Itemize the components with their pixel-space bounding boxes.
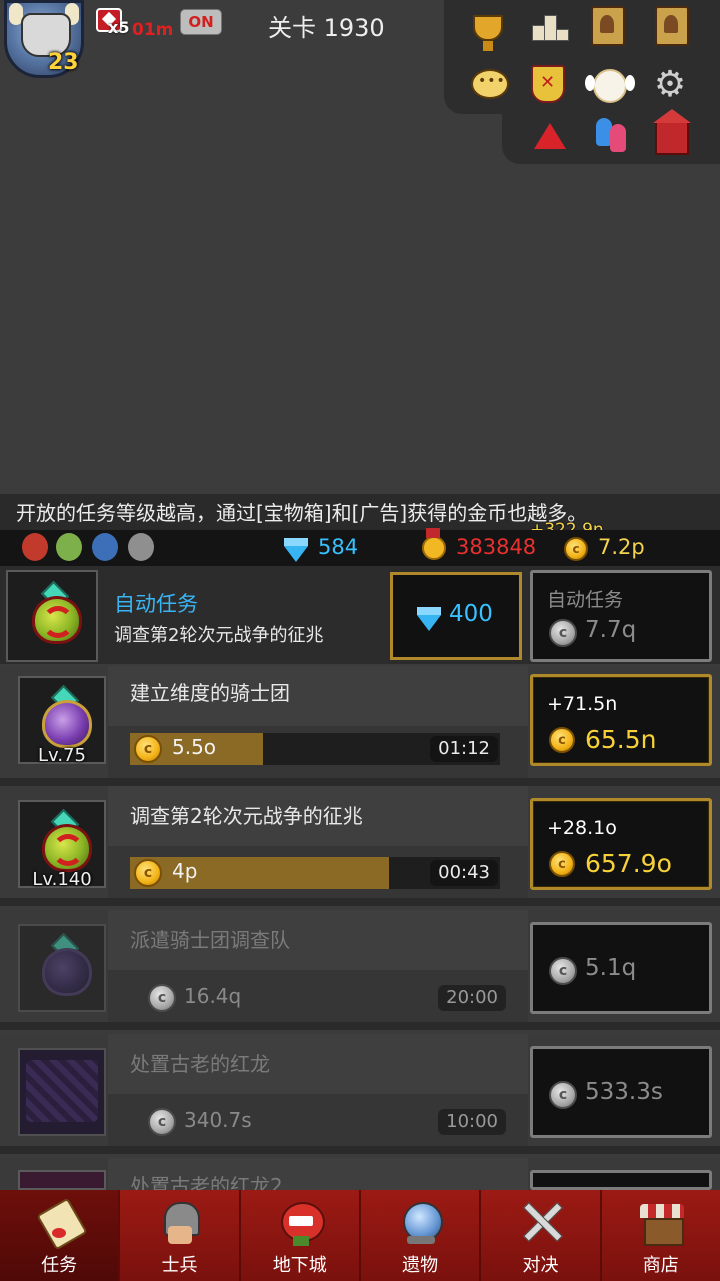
- tab-label: 遗物: [402, 1255, 439, 1276]
- tab-soldiers[interactable]: 士兵: [120, 1190, 241, 1281]
- tab-quests[interactable]: 任务: [0, 1190, 121, 1281]
- gold-rate: 7.2p: [598, 535, 645, 559]
- silver-coin-icon: c: [148, 984, 176, 1012]
- quest-book-icon[interactable]: [650, 4, 694, 48]
- hero-green-icon[interactable]: [56, 533, 82, 561]
- quest-level: Lv.75: [38, 745, 86, 766]
- quest-reward: 16.4q: [184, 984, 242, 1008]
- quest-icon: Lv.140: [18, 800, 106, 890]
- gem-cost: 400: [449, 601, 493, 627]
- silver-coin-icon: c: [549, 619, 577, 647]
- gold-coin-icon: c: [134, 859, 162, 887]
- tab-label: 任务: [41, 1255, 78, 1276]
- settings-gear-icon[interactable]: ⚙: [648, 62, 692, 106]
- tab-label: 士兵: [161, 1255, 198, 1276]
- upgrade-cost: 657.9o: [585, 849, 672, 878]
- quest-unlock-button[interactable]: c 5.1q: [530, 922, 712, 1014]
- quest-timer: 10:00: [438, 1109, 506, 1135]
- tab-label: 商店: [642, 1255, 679, 1276]
- auto-quest-locked-button[interactable]: 自动任务 c 7.7q: [530, 570, 712, 662]
- upgrade-gain: +28.1o: [547, 817, 617, 839]
- gold-coin-icon: c: [134, 735, 162, 763]
- crossed-swords-icon: [519, 1198, 564, 1248]
- auto-quest-title: 自动任务: [114, 592, 198, 616]
- gold-coin-icon: c: [549, 727, 575, 753]
- locked-title: 自动任务: [547, 589, 624, 611]
- locked-cost: 7.7q: [585, 617, 637, 643]
- quest-progress-bar: c 5.5o 01:12: [130, 733, 500, 765]
- hero-book-icon[interactable]: [586, 4, 630, 48]
- hero-gray-icon[interactable]: [128, 533, 154, 561]
- gem-count: 584: [318, 535, 359, 559]
- quest-unlock-button[interactable]: c 533.3s: [530, 1046, 712, 1138]
- auto-toggle[interactable]: ON: [180, 9, 222, 35]
- medal-icon: [422, 528, 446, 560]
- auto-quest-gem-button[interactable]: 400: [390, 572, 522, 660]
- quest-timer: 00:43: [430, 860, 498, 886]
- progress-fill: [130, 857, 389, 889]
- quest-reward: 5.5o: [172, 735, 217, 759]
- quest-icon: [18, 1170, 106, 1190]
- quest-progress-bar: c 4p 00:43: [130, 857, 500, 889]
- tab-dungeon[interactable]: 地下城: [240, 1190, 361, 1281]
- upgrade-arrow-icon[interactable]: [528, 114, 572, 158]
- mailbox-icon[interactable]: [650, 109, 694, 160]
- quest-upgrade-button[interactable]: +28.1o c 657.9o: [530, 798, 712, 890]
- bottom-navigation: 任务 士兵 地下城 遗物 对决 商店: [0, 1190, 720, 1281]
- quest-unlock-button[interactable]: [530, 1170, 712, 1190]
- quest-timer: 20:00: [438, 985, 506, 1011]
- upgrade-cost: 65.5n: [585, 725, 657, 754]
- gem-icon: [284, 538, 308, 562]
- tab-shop[interactable]: 商店: [601, 1190, 720, 1281]
- tab-label: 地下城: [272, 1255, 327, 1276]
- stage-label: 关卡 1930: [268, 14, 385, 42]
- monster-plant-icon: [279, 1198, 325, 1248]
- silver-coin-icon: c: [549, 957, 577, 985]
- upgrade-gain: +71.5n: [547, 693, 618, 715]
- quest-upgrade-button[interactable]: +71.5n c 65.5n: [530, 674, 712, 766]
- quest-title: 调查第2轮次元战争的征兆: [130, 804, 363, 828]
- guild-shield-icon[interactable]: [526, 62, 570, 106]
- shop-stall-icon: [639, 1198, 684, 1248]
- soldier-helmet-icon: [158, 1198, 202, 1248]
- auto-quest-icon: [6, 570, 98, 662]
- tab-relics[interactable]: 遗物: [360, 1190, 482, 1281]
- quest-title: 处置古老的红龙: [130, 1052, 270, 1076]
- unlock-cost: 533.3s: [585, 1079, 663, 1105]
- quest-level: Lv.140: [32, 869, 92, 890]
- quest-reward: 4p: [172, 859, 198, 883]
- quest-progress-bar: c 16.4q 20:00: [130, 982, 506, 1014]
- gem-icon: [417, 607, 441, 631]
- quest-icon: [18, 1048, 106, 1136]
- tip-notice: 开放的任务等级越高，通过[宝物箱]和[广告]获得的金币也越多。: [0, 494, 720, 530]
- silver-coin-icon: c: [148, 1108, 176, 1136]
- quest-title: 建立维度的骑士团: [130, 681, 290, 705]
- quest-icon: [18, 924, 106, 1012]
- tab-label: 对决: [522, 1255, 559, 1276]
- boost-timer: 01m: [132, 20, 174, 40]
- auto-quest-description: 调查第2轮次元战争的征兆: [114, 625, 324, 646]
- scroll-icon: [36, 1197, 88, 1251]
- friends-icon[interactable]: [590, 112, 634, 156]
- silver-coin-icon: c: [549, 1081, 577, 1109]
- hero-blue-icon[interactable]: [92, 533, 118, 561]
- gold-coin-icon: c: [564, 537, 588, 561]
- tab-duel[interactable]: 对决: [481, 1190, 602, 1281]
- quest-title: 派遣骑士团调查队: [130, 928, 290, 952]
- chat-icon[interactable]: [468, 62, 512, 106]
- medal-count: 383848: [456, 535, 537, 559]
- angel-icon[interactable]: [585, 64, 635, 108]
- unlock-cost: 5.1q: [585, 955, 637, 981]
- hero-red-icon[interactable]: [22, 533, 48, 561]
- trophy-icon[interactable]: [466, 6, 510, 51]
- ranking-podium-icon[interactable]: [528, 6, 572, 50]
- player-level: 23: [48, 50, 79, 75]
- quest-reward: 340.7s: [184, 1108, 252, 1132]
- quest-icon: Lv.75: [18, 676, 106, 766]
- boost-multiplier: x5: [108, 18, 130, 37]
- quest-progress-bar: c 340.7s 10:00: [130, 1106, 506, 1138]
- relic-orb-icon: [399, 1198, 443, 1248]
- quest-timer: 01:12: [430, 736, 498, 762]
- gold-coin-icon: c: [549, 851, 575, 877]
